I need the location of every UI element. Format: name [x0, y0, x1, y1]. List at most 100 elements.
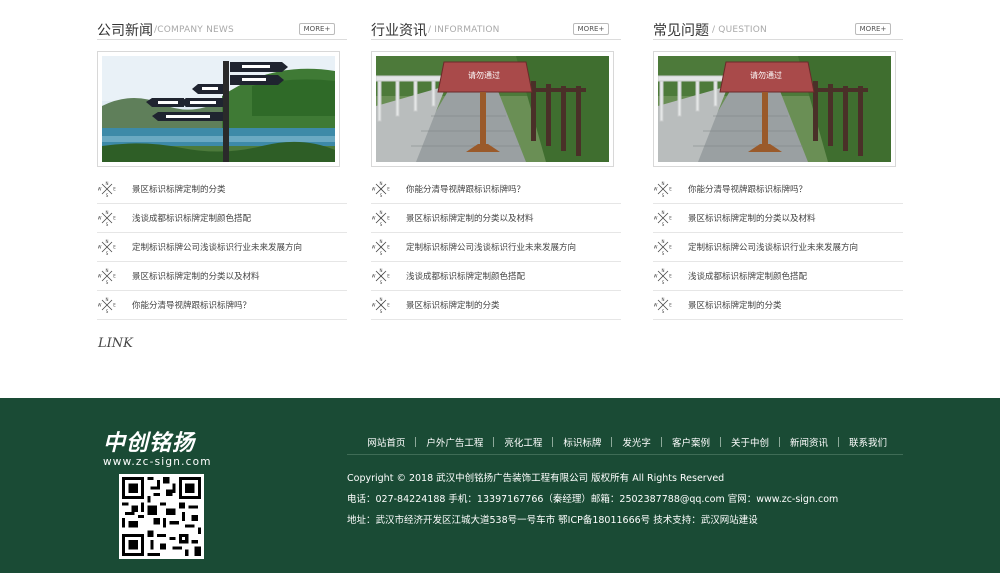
footer-logo[interactable]: 中创铭扬 [103, 425, 195, 457]
svg-text:S: S [662, 222, 665, 227]
warning-sign-photo: 请勿通过 [376, 56, 609, 162]
column-subtitle: /COMPANY NEWS [154, 25, 234, 35]
svg-text:N: N [380, 239, 383, 244]
news-title: 你能分清导视牌跟标识标牌吗？ [406, 185, 526, 195]
news-title: 景区标识标牌定制的分类 [688, 301, 782, 311]
svg-text:S: S [106, 251, 109, 256]
compass-icon: N SW E [372, 268, 390, 285]
svg-text:S: S [106, 222, 109, 227]
svg-text:W: W [98, 216, 102, 221]
page: 公司新闻 /COMPANY NEWS MORE+ N S W E 景区标识标牌定… [0, 0, 1000, 573]
signpost-photo [102, 56, 335, 162]
news-thumbnail[interactable]: 请勿通过 [371, 51, 614, 167]
compass-icon: N SW E [372, 181, 390, 198]
news-item[interactable]: N SW E 景区标识标牌定制的分类 [97, 175, 347, 204]
more-button[interactable]: MORE+ [855, 23, 891, 35]
svg-text:N: N [106, 297, 109, 302]
news-item[interactable]: N SW E 你能分清导视牌跟标识标牌吗？ [97, 291, 347, 320]
nav-home[interactable]: 网站首页 [357, 435, 415, 449]
svg-text:E: E [113, 303, 116, 308]
svg-text:E: E [387, 303, 390, 308]
news-item[interactable]: N SW E 你能分清导视牌跟标识标牌吗？ [653, 175, 903, 204]
column-subtitle: / QUESTION [712, 25, 767, 35]
news-thumbnail[interactable] [97, 51, 340, 167]
svg-text:W: W [654, 245, 658, 250]
svg-text:W: W [372, 187, 376, 192]
news-item[interactable]: N SW E 浅谈成都标识标牌定制颜色搭配 [371, 262, 621, 291]
nav-contact[interactable]: 联系我们 [839, 435, 897, 449]
svg-text:S: S [106, 280, 109, 285]
nav-luminous-letters[interactable]: 发光字 [612, 435, 661, 449]
svg-text:E: E [669, 187, 672, 192]
nav-lighting[interactable]: 亮化工程 [494, 435, 552, 449]
news-title: 定制标识标牌公司浅谈标识行业未来发展方向 [688, 243, 859, 253]
compass-icon: N SW E [372, 297, 390, 314]
compass-icon: N SW E [654, 239, 672, 256]
news-item[interactable]: N SW E 景区标识标牌定制的分类以及材料 [97, 262, 347, 291]
news-item[interactable]: N SW E 浅谈成都标识标牌定制颜色搭配 [97, 204, 347, 233]
news-item[interactable]: N SW E 景区标识标牌定制的分类以及材料 [371, 204, 621, 233]
news-title: 景区标识标牌定制的分类以及材料 [132, 272, 260, 282]
news-item[interactable]: N SW E 你能分清导视牌跟标识标牌吗？ [371, 175, 621, 204]
news-item[interactable]: N SW E 定制标识标牌公司浅谈标识行业未来发展方向 [371, 233, 621, 262]
svg-text:E: E [387, 216, 390, 221]
news-item[interactable]: N SW E 定制标识标牌公司浅谈标识行业未来发展方向 [97, 233, 347, 262]
svg-text:N: N [380, 268, 383, 273]
compass-icon: N SW E [98, 297, 116, 314]
svg-text:E: E [669, 245, 672, 250]
svg-text:N: N [106, 268, 109, 273]
news-title: 景区标识标牌定制的分类 [406, 301, 500, 311]
news-item[interactable]: N SW E 定制标识标牌公司浅谈标识行业未来发展方向 [653, 233, 903, 262]
compass-icon: N SW E [98, 210, 116, 227]
qr-code [119, 474, 204, 559]
nav-cases[interactable]: 客户案例 [662, 435, 720, 449]
compass-icon: N SW E [654, 268, 672, 285]
nav-signage[interactable]: 标识标牌 [553, 435, 611, 449]
compass-icon: N SW E [654, 210, 672, 227]
warning-sign-photo: 请勿通过 [658, 56, 891, 162]
more-button[interactable]: MORE+ [299, 23, 335, 35]
news-title: 景区标识标牌定制的分类以及材料 [688, 214, 816, 224]
svg-text:W: W [654, 303, 658, 308]
column-header: 公司新闻 /COMPANY NEWS MORE+ [97, 18, 347, 40]
more-button[interactable]: MORE+ [573, 23, 609, 35]
svg-text:E: E [669, 274, 672, 279]
svg-text:S: S [380, 309, 383, 314]
footer-address: 地址：武汉市经济开发区江城大道538号一号车市 鄂ICP备18011666号 技… [347, 515, 758, 526]
sign-text: 请勿通过 [750, 70, 782, 80]
nav-outdoor-ads[interactable]: 户外广告工程 [416, 435, 493, 449]
svg-text:E: E [387, 245, 390, 250]
news-item[interactable]: N SW E 景区标识标牌定制的分类 [371, 291, 621, 320]
news-item[interactable]: N SW E 景区标识标牌定制的分类 [653, 291, 903, 320]
svg-text:W: W [372, 303, 376, 308]
news-list: NSWE 你能分清导视牌跟标识标牌吗？ NSWE 景区标识标牌定制的分类以及材料… [653, 175, 903, 320]
svg-text:S: S [662, 251, 665, 256]
compass-icon: N SW E [98, 268, 116, 285]
svg-text:S: S [380, 280, 383, 285]
column-header: 行业资讯 / INFORMATION MORE+ [371, 18, 621, 40]
svg-text:S: S [380, 222, 383, 227]
column-company-news: 公司新闻 /COMPANY NEWS MORE+ N S W E 景区标识标牌定… [97, 18, 347, 320]
svg-text:S: S [662, 193, 665, 198]
svg-text:W: W [98, 187, 102, 192]
svg-text:W: W [372, 216, 376, 221]
svg-text:S: S [106, 309, 109, 314]
svg-text:N: N [662, 181, 665, 186]
link-section-title: LINK [98, 336, 133, 351]
footer-contact: 电话：027-84224188 手机：13397167766（秦经理）邮箱：25… [347, 494, 839, 505]
qr-code-icon [122, 477, 201, 556]
news-title: 景区标识标牌定制的分类 [132, 185, 226, 195]
compass-icon: N SW E [372, 210, 390, 227]
column-title: 行业资讯 [371, 23, 427, 39]
news-title: 你能分清导视牌跟标识标牌吗？ [688, 185, 808, 195]
news-title: 浅谈成都标识标牌定制颜色搭配 [132, 214, 252, 224]
nav-news[interactable]: 新闻资讯 [780, 435, 838, 449]
nav-about[interactable]: 关于中创 [721, 435, 779, 449]
news-item[interactable]: N SW E 浅谈成都标识标牌定制颜色搭配 [653, 262, 903, 291]
svg-text:W: W [98, 245, 102, 250]
svg-text:E: E [387, 187, 390, 192]
news-title: 浅谈成都标识标牌定制颜色搭配 [406, 272, 526, 282]
news-title: 定制标识标牌公司浅谈标识行业未来发展方向 [132, 243, 303, 253]
news-thumbnail[interactable]: 请勿通过 [653, 51, 896, 167]
news-item[interactable]: N SW E 景区标识标牌定制的分类以及材料 [653, 204, 903, 233]
